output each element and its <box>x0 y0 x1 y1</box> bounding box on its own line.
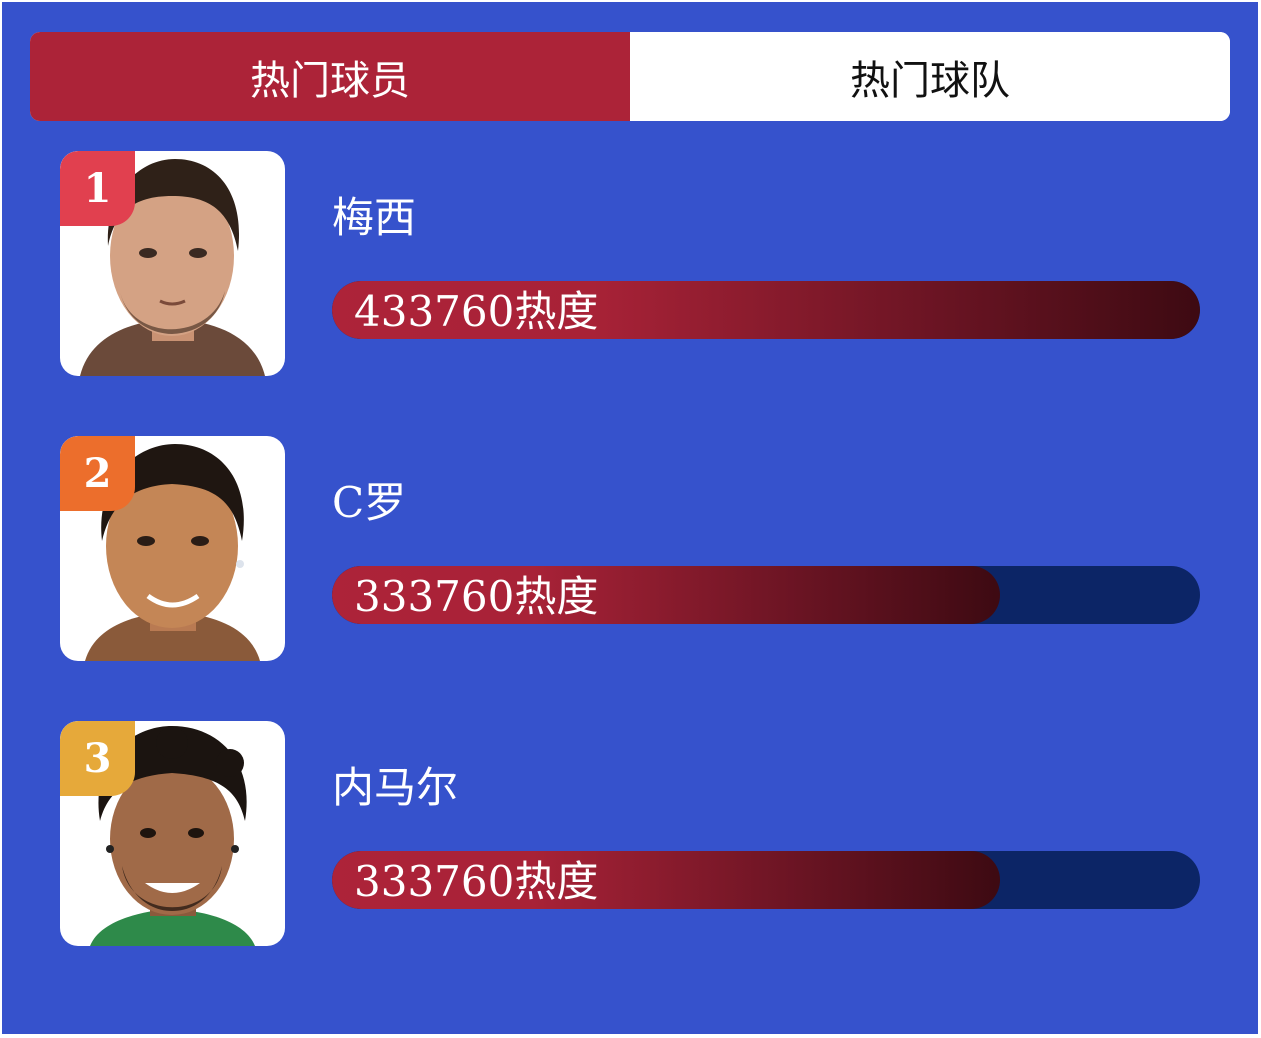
avatar: 3 <box>60 721 285 946</box>
list-item[interactable]: 3 内马尔 333760热度 <box>60 721 1202 946</box>
heat-value: 333760热度 <box>354 857 599 906</box>
avatar: 2 <box>60 436 285 661</box>
heat-bar: 333760热度 <box>332 851 1200 909</box>
player-name: C罗 <box>332 478 407 527</box>
heat-bar: 433760热度 <box>332 281 1200 339</box>
tab-hot-teams[interactable]: 热门球队 <box>630 32 1230 121</box>
list-item[interactable]: 2 C罗 333760热度 <box>60 436 1202 661</box>
heat-bar: 333760热度 <box>332 566 1200 624</box>
list-item[interactable]: 1 梅西 433760热度 <box>60 151 1202 376</box>
ranking-panel: 热门球员 热门球队 1 梅西 433760热度 2 C罗 333760热度 3 … <box>2 2 1258 1034</box>
rank-badge: 3 <box>60 721 135 796</box>
avatar: 1 <box>60 151 285 376</box>
tab-bar: 热门球员 热门球队 <box>30 32 1230 121</box>
player-name: 梅西 <box>332 193 417 242</box>
rank-badge: 2 <box>60 436 135 511</box>
heat-value: 433760热度 <box>354 287 599 336</box>
heat-value: 333760热度 <box>354 572 599 621</box>
player-name: 内马尔 <box>332 763 459 812</box>
tab-hot-players[interactable]: 热门球员 <box>30 32 630 121</box>
rank-badge: 1 <box>60 151 135 226</box>
